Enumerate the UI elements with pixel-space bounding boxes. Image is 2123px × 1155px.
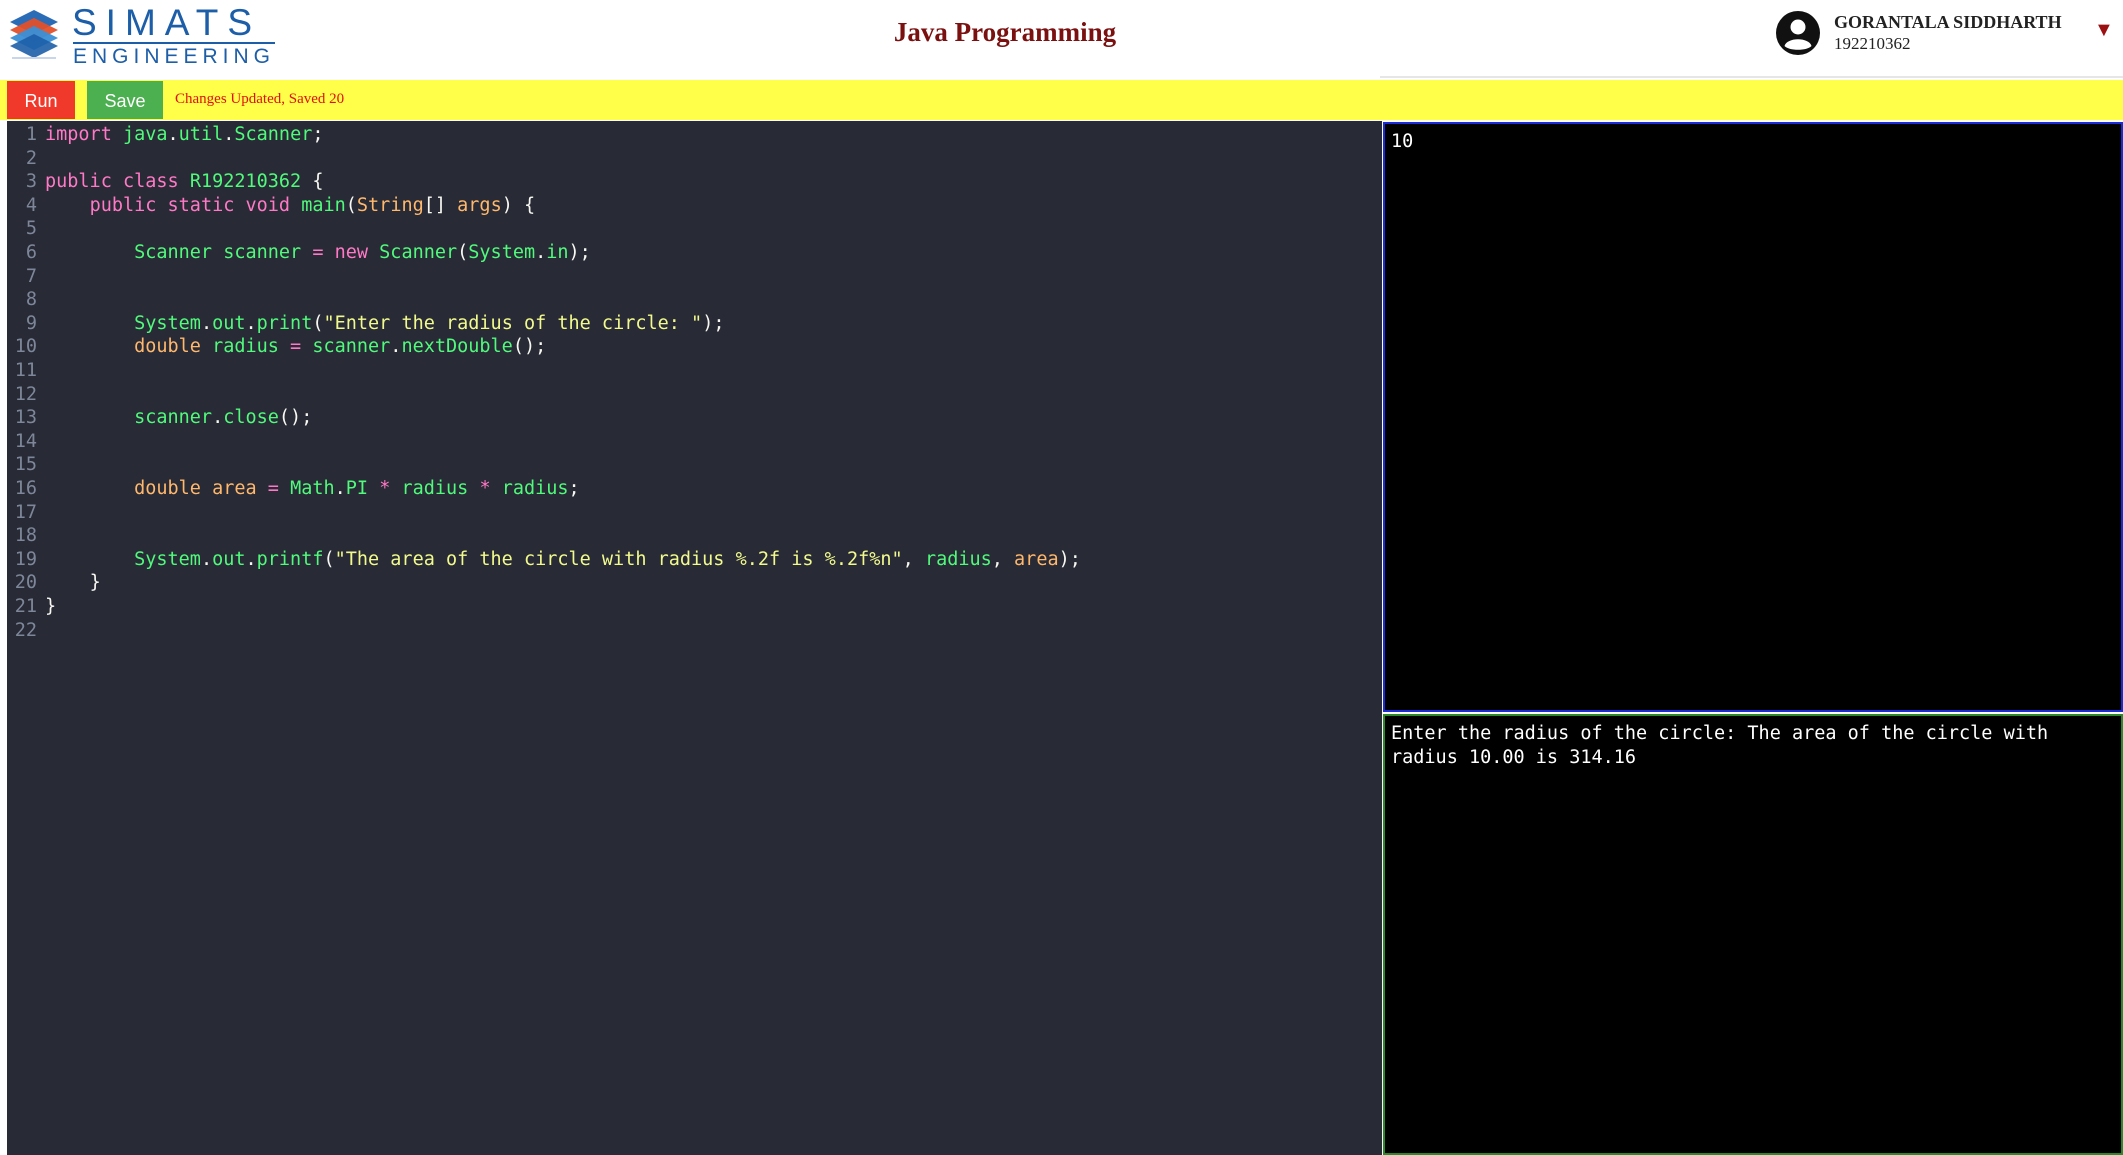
save-status-text: Changes Updated, Saved 20 xyxy=(175,91,345,107)
line-number: 4 xyxy=(25,194,37,216)
stdin-input-text[interactable]: 10 xyxy=(1391,130,2113,154)
code-line[interactable]: 9 System.out.print("Enter the radius of … xyxy=(7,312,1382,336)
code-text[interactable]: scanner.close(); xyxy=(45,407,312,428)
line-number: 17 xyxy=(14,501,37,523)
line-number: 8 xyxy=(25,289,37,311)
code-line[interactable]: 7 xyxy=(7,265,1382,289)
code-text[interactable]: import java.util.Scanner; xyxy=(45,124,323,145)
line-number: 22 xyxy=(14,619,37,641)
line-number: 21 xyxy=(14,596,37,617)
code-text[interactable]: double radius = scanner.nextDouble(); xyxy=(45,336,546,357)
line-number: 9 xyxy=(25,312,37,334)
line-number: 16 xyxy=(14,478,37,499)
program-output-panel: Enter the radius of the circle: The area… xyxy=(1383,714,2123,1155)
run-button[interactable]: Run xyxy=(7,81,75,119)
line-number: 13 xyxy=(14,407,37,429)
code-line[interactable]: 16 double area = Math.PI * radius * radi… xyxy=(7,477,1382,501)
line-number: 11 xyxy=(14,360,37,381)
user-id: 192210362 xyxy=(1834,34,1911,53)
code-line[interactable]: 18 xyxy=(7,524,1382,548)
save-button[interactable]: Save xyxy=(87,81,163,119)
code-text[interactable]: System.out.print("Enter the radius of th… xyxy=(45,313,724,334)
code-line[interactable]: 1 import java.util.Scanner; xyxy=(7,123,1382,147)
code-text[interactable]: public class R192210362 { xyxy=(45,171,323,192)
line-number: 10 xyxy=(14,336,37,358)
line-number: 2 xyxy=(25,147,37,169)
code-line[interactable]: 8 xyxy=(7,288,1382,312)
code-text[interactable]: Scanner scanner = new Scanner(System.in)… xyxy=(45,242,591,263)
line-number: 12 xyxy=(14,383,37,405)
code-text[interactable]: } xyxy=(45,596,56,617)
code-text[interactable]: double area = Math.PI * radius * radius; xyxy=(45,478,580,499)
line-number: 5 xyxy=(25,218,37,240)
code-line[interactable]: 4 public static void main(String[] args)… xyxy=(7,194,1382,218)
code-line[interactable]: 19 System.out.printf("The area of the ci… xyxy=(7,548,1382,572)
code-line[interactable]: 22 xyxy=(7,619,1382,643)
line-number: 3 xyxy=(25,171,37,193)
code-line[interactable]: 17 xyxy=(7,501,1382,525)
header-divider xyxy=(1380,76,2123,78)
code-line[interactable]: 20 } xyxy=(7,571,1382,595)
code-line[interactable]: 2 xyxy=(7,147,1382,171)
program-output-text: Enter the radius of the circle: The area… xyxy=(1391,723,2060,768)
code-text[interactable]: public static void main(String[] args) { xyxy=(45,195,536,216)
triangle-down-icon[interactable]: ▼ xyxy=(2094,19,2114,42)
line-number: 19 xyxy=(14,548,37,570)
line-number: 1 xyxy=(25,124,37,145)
page-title: Java Programming xyxy=(893,17,1117,47)
line-number: 18 xyxy=(14,525,37,547)
stdin-input-panel[interactable]: 10 xyxy=(1383,122,2123,712)
line-number: 14 xyxy=(14,430,37,452)
line-number: 6 xyxy=(25,242,37,263)
code-line[interactable]: 11 xyxy=(7,359,1382,383)
code-line[interactable]: 13 scanner.close(); xyxy=(7,406,1382,430)
code-line[interactable]: 14 xyxy=(7,430,1382,454)
code-editor[interactable]: 1 import java.util.Scanner; 2 3 public class… xyxy=(7,121,1382,1155)
header: SIMATS ENGINEERING Java Programming GORA… xyxy=(0,0,2123,78)
code-line[interactable]: 6 Scanner scanner = new Scanner(System.i… xyxy=(7,241,1382,265)
user-avatar-icon[interactable] xyxy=(1776,11,1820,55)
code-text[interactable]: System.out.printf("The area of the circl… xyxy=(45,549,1081,570)
line-number: 20 xyxy=(14,572,37,594)
code-text[interactable]: } xyxy=(45,572,101,593)
code-line[interactable]: 5 xyxy=(7,217,1382,241)
line-number: 15 xyxy=(14,454,37,476)
code-line[interactable]: 3 public class R192210362 { xyxy=(7,170,1382,194)
code-line[interactable]: 15 xyxy=(7,453,1382,477)
code-line[interactable]: 21} xyxy=(7,595,1382,619)
code-line[interactable]: 12 xyxy=(7,383,1382,407)
line-number: 7 xyxy=(25,265,37,287)
code-line[interactable]: 10 double radius = scanner.nextDouble(); xyxy=(7,335,1382,359)
user-name: GORANTALA SIDDHARTH xyxy=(1834,12,2062,32)
